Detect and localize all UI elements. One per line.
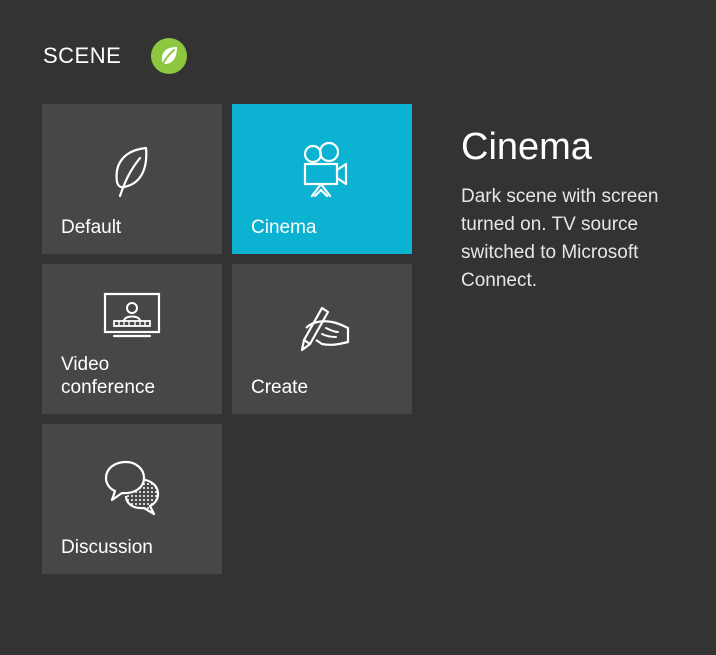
header: SCENE: [43, 38, 121, 74]
scene-tile-discussion[interactable]: Discussion: [42, 424, 222, 574]
scene-tile-default[interactable]: Default: [42, 104, 222, 254]
movie-camera-icon: [303, 141, 348, 198]
tile-label: Video conference: [61, 354, 156, 398]
tile-label: Cinema: [251, 217, 317, 238]
scene-detail-description: Dark scene with screen turned on. TV sou…: [461, 186, 659, 291]
speech-bubbles-icon: [104, 460, 160, 516]
scene-tile-cinema[interactable]: Cinema: [232, 104, 412, 254]
scene-tile-create[interactable]: Create: [232, 264, 412, 414]
leaf-icon: [115, 146, 148, 198]
scene-tile-video-conference[interactable]: Video conference: [42, 264, 222, 414]
hand-writing-icon: [300, 306, 350, 352]
tile-label: Default: [61, 217, 122, 238]
tile-label: Discussion: [61, 537, 153, 558]
leaf-logo-icon: [151, 38, 187, 74]
tile-label: Create: [251, 377, 309, 398]
scene-detail-title: Cinema: [461, 126, 592, 168]
scene-detail-panel: Cinema Dark scene with screen turned on.…: [461, 126, 701, 295]
scene-grid: Default Cinema Video conference Create D…: [42, 104, 412, 574]
page-title: SCENE: [43, 43, 122, 68]
video-conference-icon: [103, 292, 161, 338]
